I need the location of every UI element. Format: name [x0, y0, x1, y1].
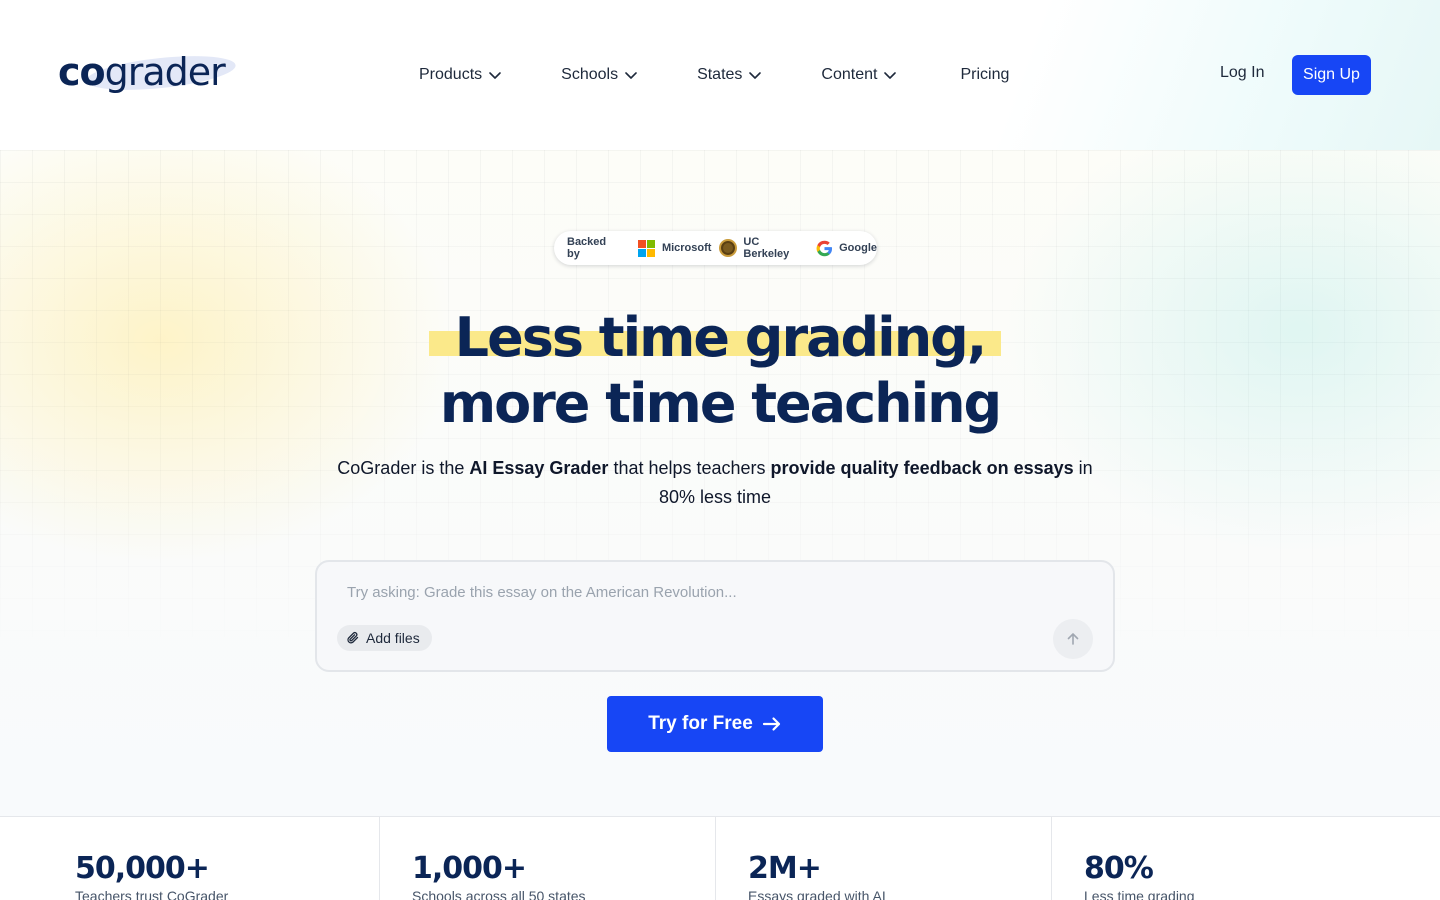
stat-essays: 2M+ Essays graded with AI	[715, 817, 1051, 900]
google-icon	[816, 240, 833, 256]
try-for-free-button[interactable]: Try for Free	[607, 696, 823, 752]
backer-microsoft: Microsoft	[661, 242, 712, 254]
nav-states-label: States	[697, 66, 743, 83]
nav-pricing-label: Pricing	[960, 66, 1010, 83]
try-for-free-label: Try for Free	[648, 713, 753, 734]
stats-bar: 50,000+ Teachers trust CoGrader 1,000+ S…	[0, 816, 1440, 900]
paperclip-icon	[347, 631, 359, 644]
logo-text-light: grader	[104, 50, 226, 94]
logo-text-bold: co	[58, 50, 106, 94]
cograder-logo[interactable]: cograder	[58, 50, 238, 98]
stat-label: Teachers trust CoGrader	[75, 888, 229, 900]
sub-bold-1: AI Essay Grader	[469, 458, 609, 478]
backed-by-label: Backed by	[567, 236, 607, 260]
nav-schools-label: Schools	[561, 66, 619, 83]
headline-line-2: more time teaching	[439, 372, 1002, 435]
nav-schools[interactable]: Schools	[561, 64, 638, 86]
chevron-down-icon	[884, 72, 897, 79]
signup-button[interactable]: Sign Up	[1292, 55, 1371, 95]
stat-label: Essays graded with AI	[748, 888, 886, 900]
backer-google: Google	[839, 242, 877, 254]
nav-products-label: Products	[419, 66, 483, 83]
stat-value: 50,000+	[75, 851, 210, 886]
send-button[interactable]	[1053, 619, 1093, 659]
site-header: cograder Products Schools States Content…	[0, 0, 1440, 150]
sub-part-1: CoGrader is the	[337, 458, 470, 478]
add-files-label: Add files	[366, 630, 420, 646]
sub-bold-2: provide quality feedback on essays	[770, 458, 1074, 478]
stat-label: Less time grading	[1084, 888, 1195, 900]
headline-line-1: Less time grading,	[454, 306, 988, 369]
chevron-down-icon	[489, 72, 501, 79]
chevron-down-icon	[749, 72, 762, 79]
nav-content[interactable]: Content	[821, 64, 897, 86]
hero-headline: Less time grading, more time teaching	[0, 305, 1440, 437]
nav-content-label: Content	[821, 66, 878, 83]
hero-section: Backed by Microsoft UC Berkeley Google L…	[0, 150, 1440, 816]
backed-by-badge: Backed by Microsoft UC Berkeley Google	[554, 231, 877, 265]
microsoft-icon	[637, 240, 655, 257]
stat-value: 1,000+	[412, 851, 527, 886]
backer-uc-berkeley: UC Berkeley	[743, 236, 790, 260]
main-nav: Products Schools States Content Pricing	[419, 64, 1009, 86]
stat-value: 2M+	[748, 851, 822, 886]
hero-subheadline: CoGrader is the AI Essay Grader that hel…	[320, 454, 1110, 512]
stat-time: 80% Less time grading	[1051, 817, 1440, 900]
chevron-down-icon	[625, 72, 637, 79]
login-link[interactable]: Log In	[1220, 64, 1264, 82]
logo-text: cograder	[58, 50, 226, 94]
stat-label: Schools across all 50 states	[412, 888, 586, 900]
arrow-up-icon	[1067, 633, 1079, 645]
stat-teachers: 50,000+ Teachers trust CoGrader	[0, 817, 379, 900]
stat-schools: 1,000+ Schools across all 50 states	[379, 817, 715, 900]
nav-products[interactable]: Products	[419, 64, 502, 86]
stat-value: 80%	[1084, 851, 1154, 886]
arrow-right-icon	[762, 717, 780, 731]
ask-box: Try asking: Grade this essay on the Amer…	[315, 560, 1115, 672]
nav-states[interactable]: States	[697, 64, 762, 86]
uc-berkeley-seal-icon	[719, 239, 738, 257]
add-files-button[interactable]: Add files	[337, 625, 432, 651]
sub-part-2: that helps teachers	[608, 458, 771, 478]
ask-input[interactable]: Try asking: Grade this essay on the Amer…	[347, 584, 737, 601]
nav-pricing[interactable]: Pricing	[960, 64, 1009, 86]
